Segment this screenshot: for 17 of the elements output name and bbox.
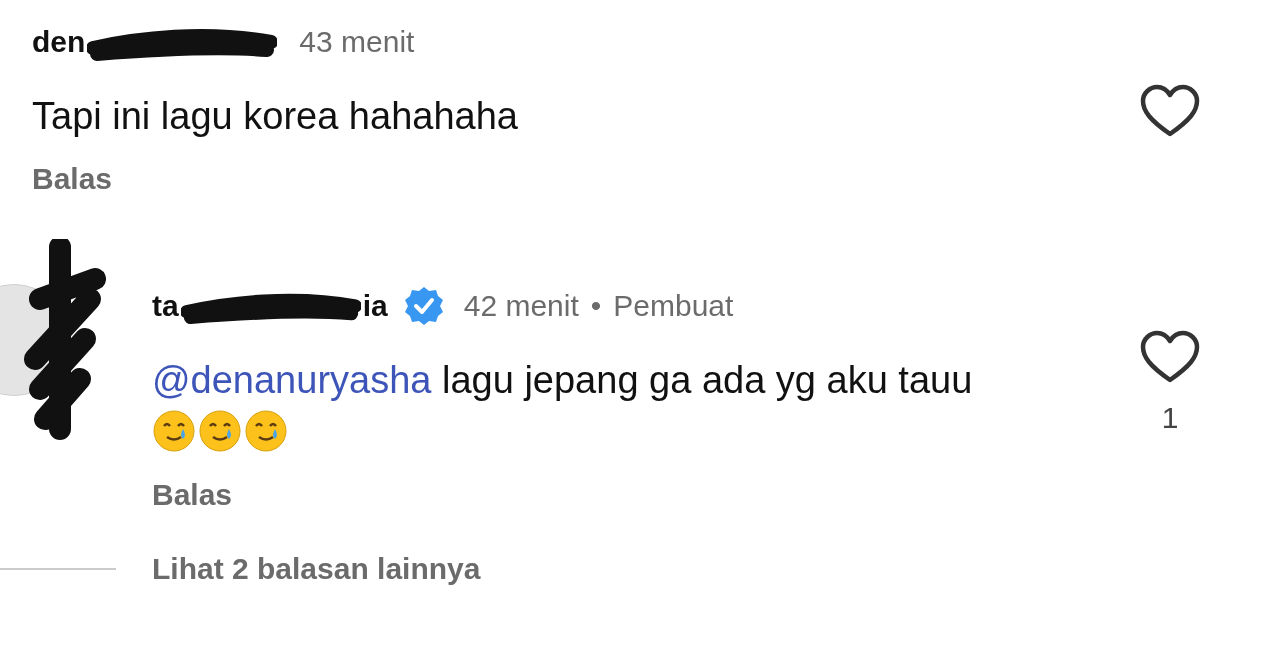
comment-text: @denanuryasha lagu jepang ga ada yg aku tauu (152, 354, 982, 458)
username[interactable]: ta (152, 289, 179, 323)
separator-dot: • (590, 289, 602, 323)
comment-text: Tapi ini lagu korea hahahaha (32, 94, 519, 139)
reply-button[interactable]: Balas (32, 162, 113, 196)
smiling-tear-icon (244, 409, 288, 453)
creator-label: Pembuat (613, 289, 734, 323)
timestamp: 42 menit (463, 289, 579, 323)
smiling-tear-icon (152, 409, 196, 453)
username[interactable]: ia (362, 289, 388, 323)
like-count: 1 (1161, 401, 1179, 435)
timestamp: 43 menit (299, 25, 415, 59)
reply-button[interactable]: Balas (152, 478, 233, 512)
username[interactable]: den (32, 25, 86, 59)
mention-link[interactable]: @denanuryasha (152, 359, 432, 401)
view-replies-link[interactable]: Lihat 2 balasan lainnya (152, 552, 481, 586)
smiling-tear-icon (198, 409, 242, 453)
